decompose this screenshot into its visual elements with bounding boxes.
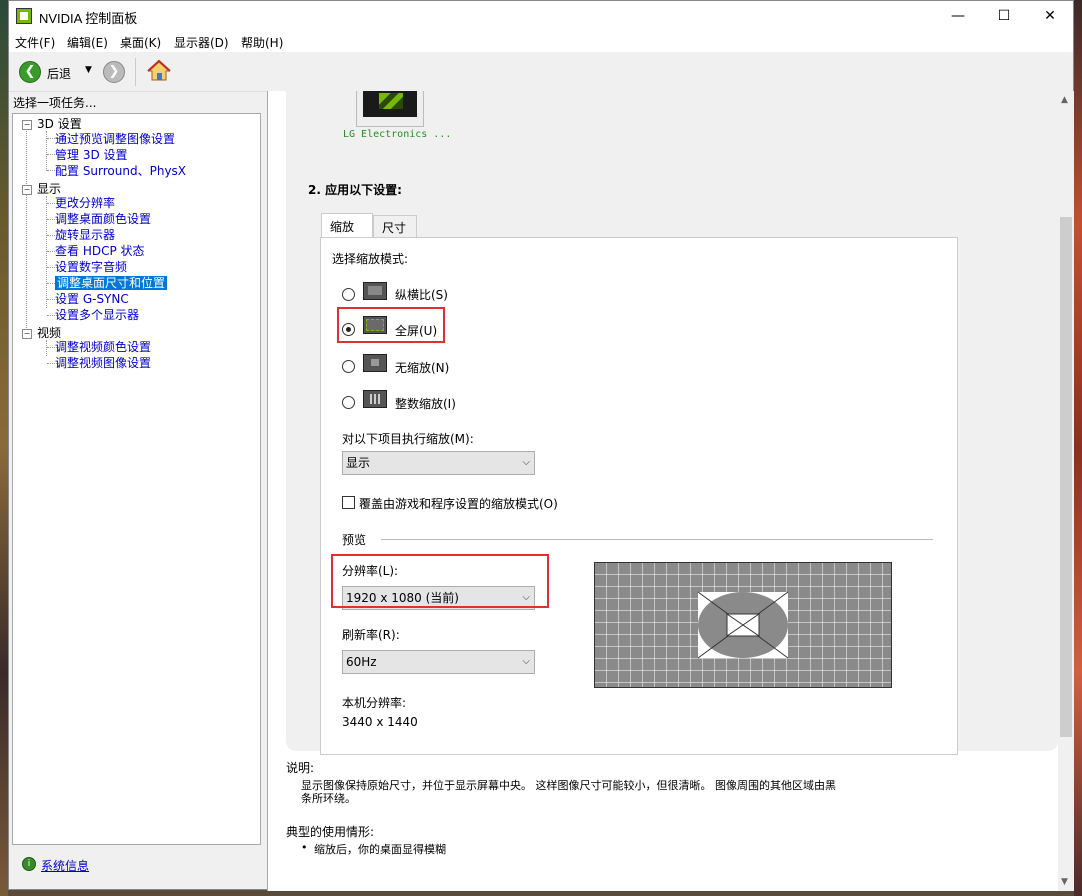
back-button[interactable]: ❮ 后退 — [19, 60, 85, 84]
monitor-label: LG Electronics ... — [343, 129, 452, 140]
back-label: 后退 — [47, 67, 72, 81]
radio-integer-scaling[interactable] — [342, 396, 355, 409]
aspect-ratio-icon — [363, 282, 387, 300]
refresh-rate-value: 60Hz — [346, 655, 377, 669]
collapse-display-icon[interactable]: − — [22, 185, 32, 195]
tab-scaling-label: 缩放 — [330, 220, 355, 234]
perform-scaling-on-value: 显示 — [346, 456, 371, 470]
menu-bar: 文件(F) 编辑(E) 桌面(K) 显示器(D) 帮助(H) — [9, 32, 1073, 52]
tree-item-hdcp-status[interactable]: 查看 HDCP 状态 — [55, 244, 145, 258]
main-content: LG Electronics ... 2. 应用以下设置: 缩放 尺寸 选择缩放… — [267, 91, 1074, 891]
typical-usage-item: 缩放后，你的桌面显得模糊 — [314, 843, 446, 856]
perform-scaling-on-select[interactable]: 显示 ⌵ — [342, 451, 535, 475]
nvidia-app-icon — [16, 8, 32, 24]
tab-size[interactable]: 尺寸 — [373, 215, 417, 237]
back-arrow-icon: ❮ — [19, 61, 41, 83]
menu-file[interactable]: 文件(F) — [15, 34, 55, 51]
tree-item-digital-audio[interactable]: 设置数字音频 — [55, 260, 127, 274]
category-3d-settings[interactable]: 3D 设置 — [37, 117, 82, 131]
menu-help[interactable]: 帮助(H) — [241, 34, 283, 51]
scaling-mode-label: 选择缩放模式: — [332, 252, 409, 266]
tree-item-desktop-size-position[interactable]: 调整桌面尺寸和位置 — [55, 276, 168, 290]
label-integer-scaling: 整数缩放(I) — [395, 397, 456, 411]
tree-item-manage-3d[interactable]: 管理 3D 设置 — [55, 148, 128, 162]
refresh-rate-label: 刷新率(R): — [342, 628, 400, 642]
collapse-video-icon[interactable]: − — [22, 329, 32, 339]
resolution-highlight — [331, 554, 549, 608]
menu-edit[interactable]: 编辑(E) — [67, 34, 108, 51]
radio-no-scaling[interactable] — [342, 360, 355, 373]
scaling-preview-image — [593, 561, 893, 689]
full-screen-highlight — [337, 307, 445, 343]
tab-scaling[interactable]: 缩放 — [321, 213, 373, 239]
category-display[interactable]: 显示 — [37, 182, 61, 196]
perform-scaling-on-label: 对以下项目执行缩放(M): — [342, 432, 474, 446]
scroll-up-icon[interactable]: ▲ — [1061, 95, 1068, 105]
nvidia-control-panel-window: NVIDIA 控制面板 — ☐ ✕ 文件(F) 编辑(E) 桌面(K) 显示器(… — [8, 0, 1074, 891]
desktop-left-edge — [0, 0, 8, 896]
monitor-thumbnail[interactable] — [356, 91, 424, 127]
preview-divider — [381, 539, 933, 540]
desktop-right-edge — [1074, 0, 1082, 896]
info-icon: i — [22, 857, 36, 871]
integer-scaling-icon — [363, 390, 387, 408]
scrollbar-thumb[interactable] — [1060, 217, 1072, 737]
override-label: 覆盖由游戏和程序设置的缩放模式(O) — [359, 497, 558, 511]
label-no-scaling: 无缩放(N) — [395, 361, 450, 375]
typical-usage-label: 典型的使用情形: — [286, 825, 375, 839]
description-text-2: 条所环绕。 — [301, 792, 356, 805]
tree-item-rotate-display[interactable]: 旋转显示器 — [55, 228, 115, 242]
menu-desktop[interactable]: 桌面(K) — [120, 34, 161, 51]
native-resolution-value: 3440 x 1440 — [342, 715, 418, 729]
tree-item-surround-physx[interactable]: 配置 Surround、PhysX — [55, 164, 186, 178]
back-history-dropdown-icon[interactable]: ▼ — [85, 65, 92, 75]
label-aspect-ratio: 纵横比(S) — [395, 288, 448, 302]
tree-item-video-image[interactable]: 调整视频图像设置 — [55, 356, 151, 370]
main-scrollbar[interactable]: ▲ ▼ — [1058, 91, 1074, 891]
preview-label: 预览 — [342, 533, 367, 547]
native-resolution-label: 本机分辨率: — [342, 696, 407, 710]
section-2-title: 2. 应用以下设置: — [308, 183, 402, 197]
no-scaling-icon — [363, 354, 387, 372]
tree-item-desktop-color[interactable]: 调整桌面颜色设置 — [55, 212, 151, 226]
scroll-down-icon[interactable]: ▼ — [1061, 877, 1068, 887]
chevron-down-icon: ⌵ — [522, 457, 530, 468]
description-label: 说明: — [286, 761, 315, 775]
tree-item-gsync[interactable]: 设置 G-SYNC — [55, 292, 129, 306]
system-info-label: 系统信息 — [41, 859, 90, 873]
nvidia-logo-icon — [379, 93, 403, 109]
tree-item-multiple-displays[interactable]: 设置多个显示器 — [55, 308, 139, 322]
bullet-icon: • — [301, 841, 308, 854]
refresh-rate-select[interactable]: 60Hz ⌵ — [342, 650, 535, 674]
tab-size-label: 尺寸 — [382, 221, 407, 235]
override-checkbox[interactable] — [342, 496, 355, 509]
minimize-button[interactable]: — — [935, 1, 981, 32]
radio-aspect-ratio[interactable] — [342, 288, 355, 301]
system-info-link[interactable]: i 系统信息 — [12, 849, 261, 879]
tree-item-preview-image[interactable]: 通过预览调整图像设置 — [55, 132, 175, 146]
title-bar: NVIDIA 控制面板 — ☐ ✕ — [9, 1, 1073, 32]
window-title: NVIDIA 控制面板 — [39, 11, 138, 26]
category-video[interactable]: 视频 — [37, 326, 61, 340]
task-tree: − 3D 设置 通过预览调整图像设置 管理 3D 设置 配置 Surround、… — [12, 113, 261, 845]
home-icon[interactable] — [147, 59, 171, 83]
sidebar-header: 选择一项任务... — [13, 96, 97, 110]
toolbar: ❮ 后退 ▼ ❯ — [9, 52, 1073, 92]
collapse-3d-icon[interactable]: − — [22, 120, 32, 130]
monitor-screen-icon — [363, 91, 417, 117]
description-text-1: 显示图像保持原始尺寸，并位于显示屏幕中央。 这样图像尺寸可能较小，但很清晰。 图… — [301, 779, 836, 792]
close-button[interactable]: ✕ — [1027, 1, 1073, 32]
tree-item-change-resolution[interactable]: 更改分辨率 — [55, 196, 115, 210]
toolbar-divider — [135, 58, 136, 86]
menu-display[interactable]: 显示器(D) — [174, 34, 229, 51]
chevron-down-icon: ⌵ — [522, 656, 530, 667]
tab-content-box: 选择缩放模式: 纵横比(S) 全屏(U) 无缩放(N) 整数缩放(I) 对以下项… — [320, 237, 958, 755]
maximize-button[interactable]: ☐ — [981, 1, 1027, 32]
forward-button[interactable]: ❯ — [103, 61, 125, 83]
tree-item-video-color[interactable]: 调整视频颜色设置 — [55, 340, 151, 354]
